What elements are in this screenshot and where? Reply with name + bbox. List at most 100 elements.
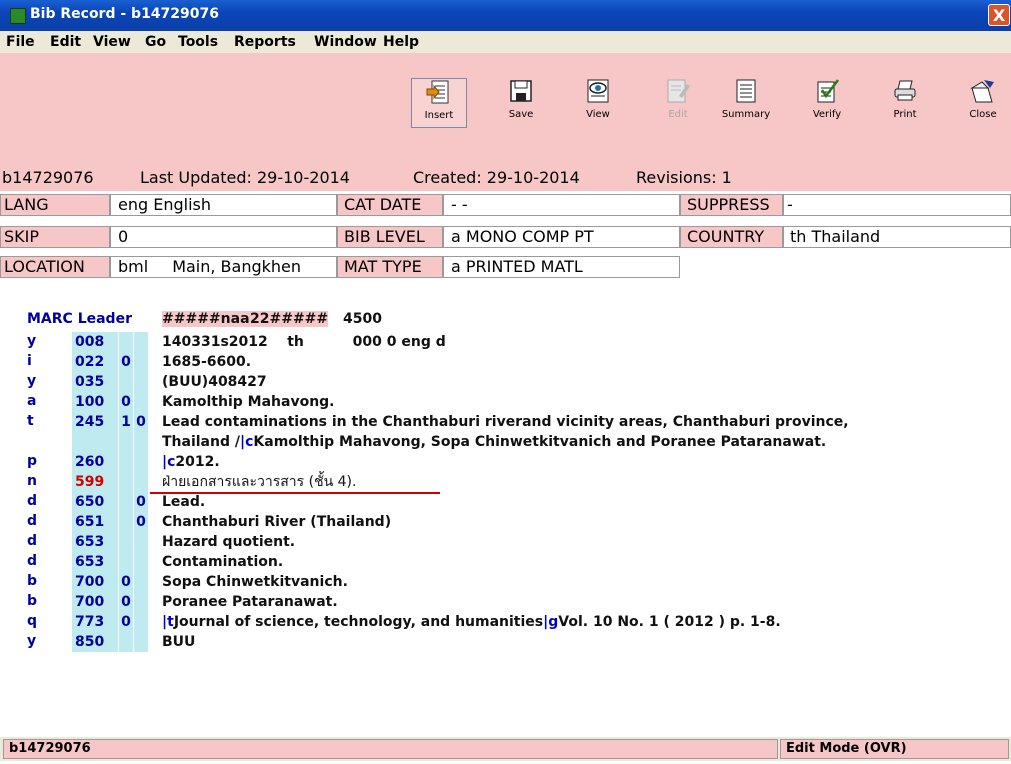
field-code: d — [27, 533, 38, 549]
marc-field-row[interactable]: b 700 0 Sopa Chinwetkitvanich. — [0, 572, 1011, 592]
marc-field-row[interactable]: y 008 140331s2012 th 000 0 eng d — [0, 332, 1011, 352]
marc-leader-part1: #####naa — [162, 311, 250, 327]
indicator-1: 1 — [119, 412, 133, 452]
field-tag: 653 — [72, 532, 118, 552]
indicator-1: 0 — [119, 572, 133, 592]
insert-icon — [426, 80, 449, 104]
indicator-1: 0 — [119, 612, 133, 632]
print-label: Print — [893, 109, 917, 120]
indicator-2 — [134, 612, 148, 632]
biblevel-label: BIB LEVEL — [337, 226, 443, 248]
indicator-2 — [134, 592, 148, 612]
marc-field-row[interactable]: q 773 0 |tJournal of science, technology… — [0, 612, 1011, 632]
suppress-value[interactable]: - — [783, 194, 1011, 216]
verify-button[interactable]: Verify — [799, 78, 855, 128]
marc-field-row[interactable]: b 700 0 Poranee Pataranawat. — [0, 592, 1011, 612]
indicator-1 — [119, 492, 133, 512]
indicator-1 — [119, 552, 133, 572]
location-name: Main, Bangkhen — [172, 257, 302, 276]
skip-value[interactable]: 0 — [110, 226, 337, 248]
field-tag: 650 — [72, 492, 118, 512]
marc-field-row[interactable]: y 850 BUU — [0, 632, 1011, 652]
close-icon — [970, 80, 994, 103]
menu-tools[interactable]: Tools — [178, 34, 218, 50]
field-data: Sopa Chinwetkitvanich. — [162, 574, 348, 590]
catdate-label: CAT DATE — [337, 194, 443, 216]
location-value[interactable]: bml Main, Bangkhen — [110, 256, 337, 278]
field-data: Contamination. — [162, 554, 284, 570]
indicator-1 — [119, 452, 133, 472]
location-label: LOCATION — [0, 256, 110, 278]
field-data: Kamolthip Mahavong. — [162, 394, 335, 410]
indicator-1 — [119, 372, 133, 392]
indicator-1 — [119, 512, 133, 532]
country-label: COUNTRY — [680, 226, 783, 248]
field-tag: 651 — [72, 512, 118, 532]
marc-leader-row[interactable]: MARC Leader #####naa 22##### 4500 — [0, 310, 1011, 330]
save-button[interactable]: Save — [493, 78, 549, 128]
status-bar: b14729076 Edit Mode (OVR) — [0, 737, 1011, 761]
field-data-part: Vol. 10 No. 1 ( 2012 ) p. 1-8. — [558, 614, 781, 630]
marc-field-row[interactable]: d 651 0 Chanthaburi River (Thailand) — [0, 512, 1011, 532]
menu-help[interactable]: Help — [383, 34, 419, 50]
window-close-button[interactable]: X — [988, 4, 1010, 26]
biblevel-value[interactable]: a MONO COMP PT — [443, 226, 680, 248]
indicator-1: 0 — [119, 592, 133, 612]
field-tag: 700 — [72, 572, 118, 592]
edit-button[interactable]: Edit — [650, 78, 706, 128]
close-button[interactable]: Close — [955, 78, 1011, 128]
print-button[interactable]: Print — [877, 78, 933, 128]
field-code: y — [27, 333, 37, 349]
menu-go[interactable]: Go — [145, 34, 166, 50]
marc-field-row[interactable]: d 653 Contamination. — [0, 552, 1011, 572]
menu-reports[interactable]: Reports — [234, 34, 296, 50]
indicator-1: 0 — [119, 352, 133, 372]
window-title: Bib Record - b14729076 — [30, 6, 219, 22]
menu-file[interactable]: File — [6, 34, 35, 50]
menu-view[interactable]: View — [93, 34, 131, 50]
record-id: b14729076 — [2, 168, 94, 187]
subfield-delimiter: |t — [162, 614, 174, 630]
subfield-delimiter: |g — [543, 614, 559, 630]
marc-field-row[interactable]: a 100 0 Kamolthip Mahavong. — [0, 392, 1011, 412]
marc-field-row[interactable]: i 022 0 1685-6600. — [0, 352, 1011, 372]
field-tag: 008 — [72, 332, 118, 352]
field-data: |tJournal of science, technology, and hu… — [162, 612, 781, 632]
field-code: q — [27, 613, 38, 629]
marc-field-row[interactable]: n 599 ฝ่ายเอกสารและวารสาร (ชั้น 4). — [0, 472, 1011, 494]
menu-edit[interactable]: Edit — [50, 34, 81, 50]
indicator-2 — [134, 532, 148, 552]
marc-field-row[interactable]: p 260 |c2012. — [0, 452, 1011, 472]
print-icon — [894, 80, 916, 101]
indicator-2 — [134, 552, 148, 572]
marc-editor[interactable]: MARC Leader #####naa 22##### 4500 y 008 … — [0, 290, 1011, 730]
indicator-2 — [134, 472, 148, 492]
view-icon — [587, 79, 609, 103]
field-data-part: 2012. — [175, 454, 220, 470]
field-code: i — [27, 353, 32, 369]
field-tag: 599 — [72, 472, 118, 492]
field-tag: 700 — [72, 592, 118, 612]
menu-window[interactable]: Window — [314, 34, 377, 50]
marc-field-row[interactable]: t 245 1 0 Lead contaminations in the Cha… — [0, 412, 1011, 452]
field-tag: 653 — [72, 552, 118, 572]
edit-label: Edit — [668, 109, 688, 120]
catdate-value[interactable]: - - — [443, 194, 680, 216]
indicator-2: 0 — [134, 492, 148, 512]
status-record-id: b14729076 — [3, 739, 778, 759]
field-data: Lead. — [162, 494, 206, 510]
field-data: Lead contaminations in the Chanthaburi r… — [162, 414, 849, 430]
marc-field-row[interactable]: d 650 0 Lead. — [0, 492, 1011, 512]
insert-button[interactable]: Insert — [411, 78, 467, 128]
marc-leader-label: MARC Leader — [27, 311, 132, 327]
mattype-value[interactable]: a PRINTED MATL — [443, 256, 680, 278]
marc-field-row[interactable]: y 035 (BUU)408427 — [0, 372, 1011, 392]
toolbar: Insert Save View Edit Summary Verify Pri… — [0, 53, 1011, 163]
lang-value[interactable]: eng English — [110, 194, 337, 216]
field-tag: 245 — [72, 412, 118, 452]
view-button[interactable]: View — [570, 78, 626, 128]
marc-field-row[interactable]: d 653 Hazard quotient. — [0, 532, 1011, 552]
country-value[interactable]: th Thailand — [783, 226, 1011, 248]
summary-button[interactable]: Summary — [718, 78, 774, 128]
field-code: p — [27, 453, 38, 469]
